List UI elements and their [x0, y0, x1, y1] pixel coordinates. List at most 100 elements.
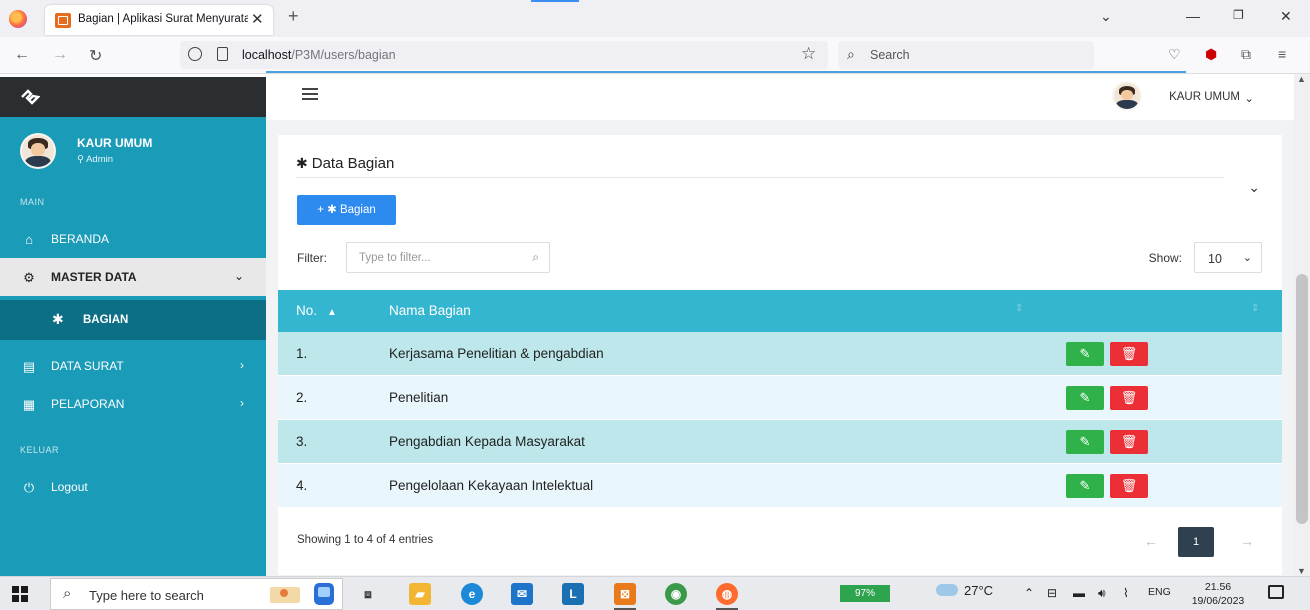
- document-icon: ▤: [22, 359, 36, 374]
- column-header-nama-bagian[interactable]: Nama Bagian: [389, 303, 471, 318]
- back-icon[interactable]: ←: [14, 46, 30, 64]
- panel-divider: [296, 177, 1224, 178]
- chevron-right-icon: ›: [240, 396, 244, 410]
- sidebar-item-data-surat[interactable]: ▤ DATA SURAT ›: [0, 347, 266, 385]
- windows-start-icon[interactable]: [12, 586, 28, 602]
- restore-icon[interactable]: ❐: [1233, 8, 1244, 22]
- table-info: Showing 1 to 4 of 4 entries: [297, 534, 434, 546]
- windows-taskbar: ⌕ Type here to search ⧈ ▰ e ✉ L ⊠ ◉ ◍ 97…: [0, 576, 1310, 610]
- sidebar-user-role-text: Admin: [86, 154, 114, 165]
- scroll-down-icon[interactable]: ▼: [1297, 566, 1306, 576]
- table-row: 4. Pengelolaan Kekayaan Intelektual ✎ 🗑: [278, 464, 1282, 508]
- battery-icon[interactable]: ▬: [1073, 586, 1085, 600]
- browser-nav-bar: ← → ↻ localhost/P3M/users/bagian ☆ ⌕ Sea…: [0, 37, 1310, 74]
- page-button-current[interactable]: 1: [1178, 527, 1214, 557]
- tab-title: Bagian | Aplikasi Surat Menyuratan: [78, 13, 248, 25]
- page-info-icon[interactable]: [217, 47, 228, 61]
- sidebar-item-bagian[interactable]: ✱ BAGIAN: [0, 300, 266, 340]
- bookmark-star-icon[interactable]: ☆: [801, 44, 816, 64]
- clock-date: 19/06/2023: [1191, 595, 1245, 607]
- vertical-scrollbar[interactable]: ▲ ▼: [1294, 74, 1310, 576]
- row-name: Pengabdian Kepada Masyarakat: [389, 434, 585, 449]
- chevron-down-icon: ⌄: [233, 269, 244, 283]
- volume-icon[interactable]: 🔊︎: [1098, 586, 1106, 601]
- ublock-icon[interactable]: ⬢: [1205, 46, 1217, 63]
- panel-title: ✱ Data Bagian: [296, 155, 394, 172]
- url-text[interactable]: localhost/P3M/users/bagian: [242, 48, 396, 62]
- chevron-down-icon: ⌄: [1242, 252, 1252, 264]
- scrollbar-thumb[interactable]: [1296, 274, 1308, 524]
- app-logo-icon[interactable]: [20, 89, 40, 105]
- row-number: 4.: [296, 478, 308, 493]
- search-icon: ⌕: [847, 46, 855, 62]
- sidebar-item-pelaporan[interactable]: ▦ PELAPORAN ›: [0, 385, 266, 423]
- filter-input[interactable]: Type to filter... ⌕: [346, 242, 550, 273]
- forward-icon[interactable]: →: [52, 46, 68, 64]
- xampp-icon[interactable]: ⊠: [614, 583, 636, 605]
- edit-button[interactable]: ✎: [1066, 430, 1104, 454]
- edit-button[interactable]: ✎: [1066, 342, 1104, 366]
- task-view-icon[interactable]: ⧈: [357, 583, 379, 605]
- delete-button[interactable]: 🗑: [1110, 474, 1148, 498]
- page-size-select[interactable]: 10 ⌄: [1194, 242, 1262, 273]
- tab-favicon-icon: [55, 13, 71, 28]
- system-clock[interactable]: 21.56 19/06/2023: [1186, 580, 1250, 608]
- device-icon[interactable]: ⊟: [1047, 586, 1057, 600]
- new-tab-button[interactable]: +: [288, 6, 299, 27]
- sidebar-item-beranda[interactable]: ⌂ BERANDA: [0, 220, 266, 258]
- sort-icon[interactable]: ⇕: [1015, 303, 1023, 314]
- avatar: [1112, 81, 1142, 111]
- sidebar-item-logout[interactable]: ⏻ Logout: [0, 468, 266, 506]
- file-explorer-icon[interactable]: ▰: [409, 583, 431, 605]
- add-bagian-button[interactable]: + ✱ Bagian: [297, 195, 396, 225]
- minimize-icon[interactable]: —: [1186, 8, 1200, 24]
- language-indicator[interactable]: ENG: [1148, 586, 1171, 598]
- firefox-taskbar-icon[interactable]: ◍: [716, 583, 738, 605]
- sidebar-item-label: BAGIAN: [83, 314, 129, 326]
- network-icon[interactable]: ⌇: [1123, 586, 1129, 600]
- browser-tab[interactable]: Bagian | Aplikasi Surat Menyuratan ✕: [45, 5, 273, 35]
- notification-icon[interactable]: [1268, 585, 1284, 599]
- taskbar-search-placeholder: Type here to search: [89, 588, 204, 603]
- chrome-icon[interactable]: ◉: [665, 583, 687, 605]
- prev-page-icon[interactable]: ←: [1144, 533, 1158, 549]
- search-highlight-icon[interactable]: [262, 579, 340, 607]
- sidebar-item-label: DATA SURAT: [51, 359, 124, 373]
- tab-close-icon[interactable]: ✕: [251, 10, 264, 28]
- delete-button[interactable]: 🗑: [1110, 386, 1148, 410]
- sidebar-item-label: PELAPORAN: [51, 397, 125, 411]
- collapse-chevron-icon[interactable]: ⌄: [1248, 179, 1260, 196]
- firefox-icon[interactable]: [9, 10, 27, 28]
- scroll-up-icon[interactable]: ▲: [1297, 74, 1306, 84]
- reload-icon[interactable]: ↻: [89, 46, 102, 66]
- browser-search-placeholder: Search: [870, 48, 910, 62]
- next-page-icon[interactable]: →: [1240, 533, 1254, 549]
- list-tabs-icon[interactable]: ⌄: [1100, 8, 1112, 25]
- tab-accent-line: [531, 0, 579, 2]
- mail-icon[interactable]: ✉: [511, 583, 533, 605]
- url-bar[interactable]: localhost/P3M/users/bagian ☆: [180, 41, 828, 69]
- hamburger-menu-icon[interactable]: [302, 88, 318, 100]
- pocket-icon[interactable]: ♡: [1168, 46, 1181, 63]
- column-header-no[interactable]: No. ▲: [296, 303, 337, 318]
- chevron-up-icon[interactable]: ⌃: [1024, 586, 1034, 600]
- browser-search-bar[interactable]: ⌕ Search: [838, 41, 1094, 69]
- page-load-indicator: [266, 71, 1186, 73]
- delete-button[interactable]: 🗑: [1110, 342, 1148, 366]
- edge-icon[interactable]: e: [461, 583, 483, 605]
- weather-widget[interactable]: 27°C: [934, 579, 993, 598]
- menu-icon[interactable]: ≡: [1278, 46, 1286, 62]
- edit-button[interactable]: ✎: [1066, 474, 1104, 498]
- search-icon: ⌕: [63, 585, 72, 602]
- app-l-icon[interactable]: L: [562, 583, 584, 605]
- battery-indicator[interactable]: 97%: [840, 585, 890, 602]
- tracking-shield-icon[interactable]: [188, 47, 202, 61]
- delete-button[interactable]: 🗑: [1110, 430, 1148, 454]
- edit-button[interactable]: ✎: [1066, 386, 1104, 410]
- column-header-no-label: No.: [296, 303, 318, 318]
- sidebar-item-master-data[interactable]: ⚙ MASTER DATA ⌄: [0, 258, 266, 296]
- chevron-right-icon: ›: [240, 358, 244, 372]
- extensions-icon[interactable]: ⧉: [1241, 46, 1251, 63]
- window-close-icon[interactable]: ✕: [1280, 8, 1292, 25]
- sort-icon[interactable]: ⇕: [1251, 303, 1259, 314]
